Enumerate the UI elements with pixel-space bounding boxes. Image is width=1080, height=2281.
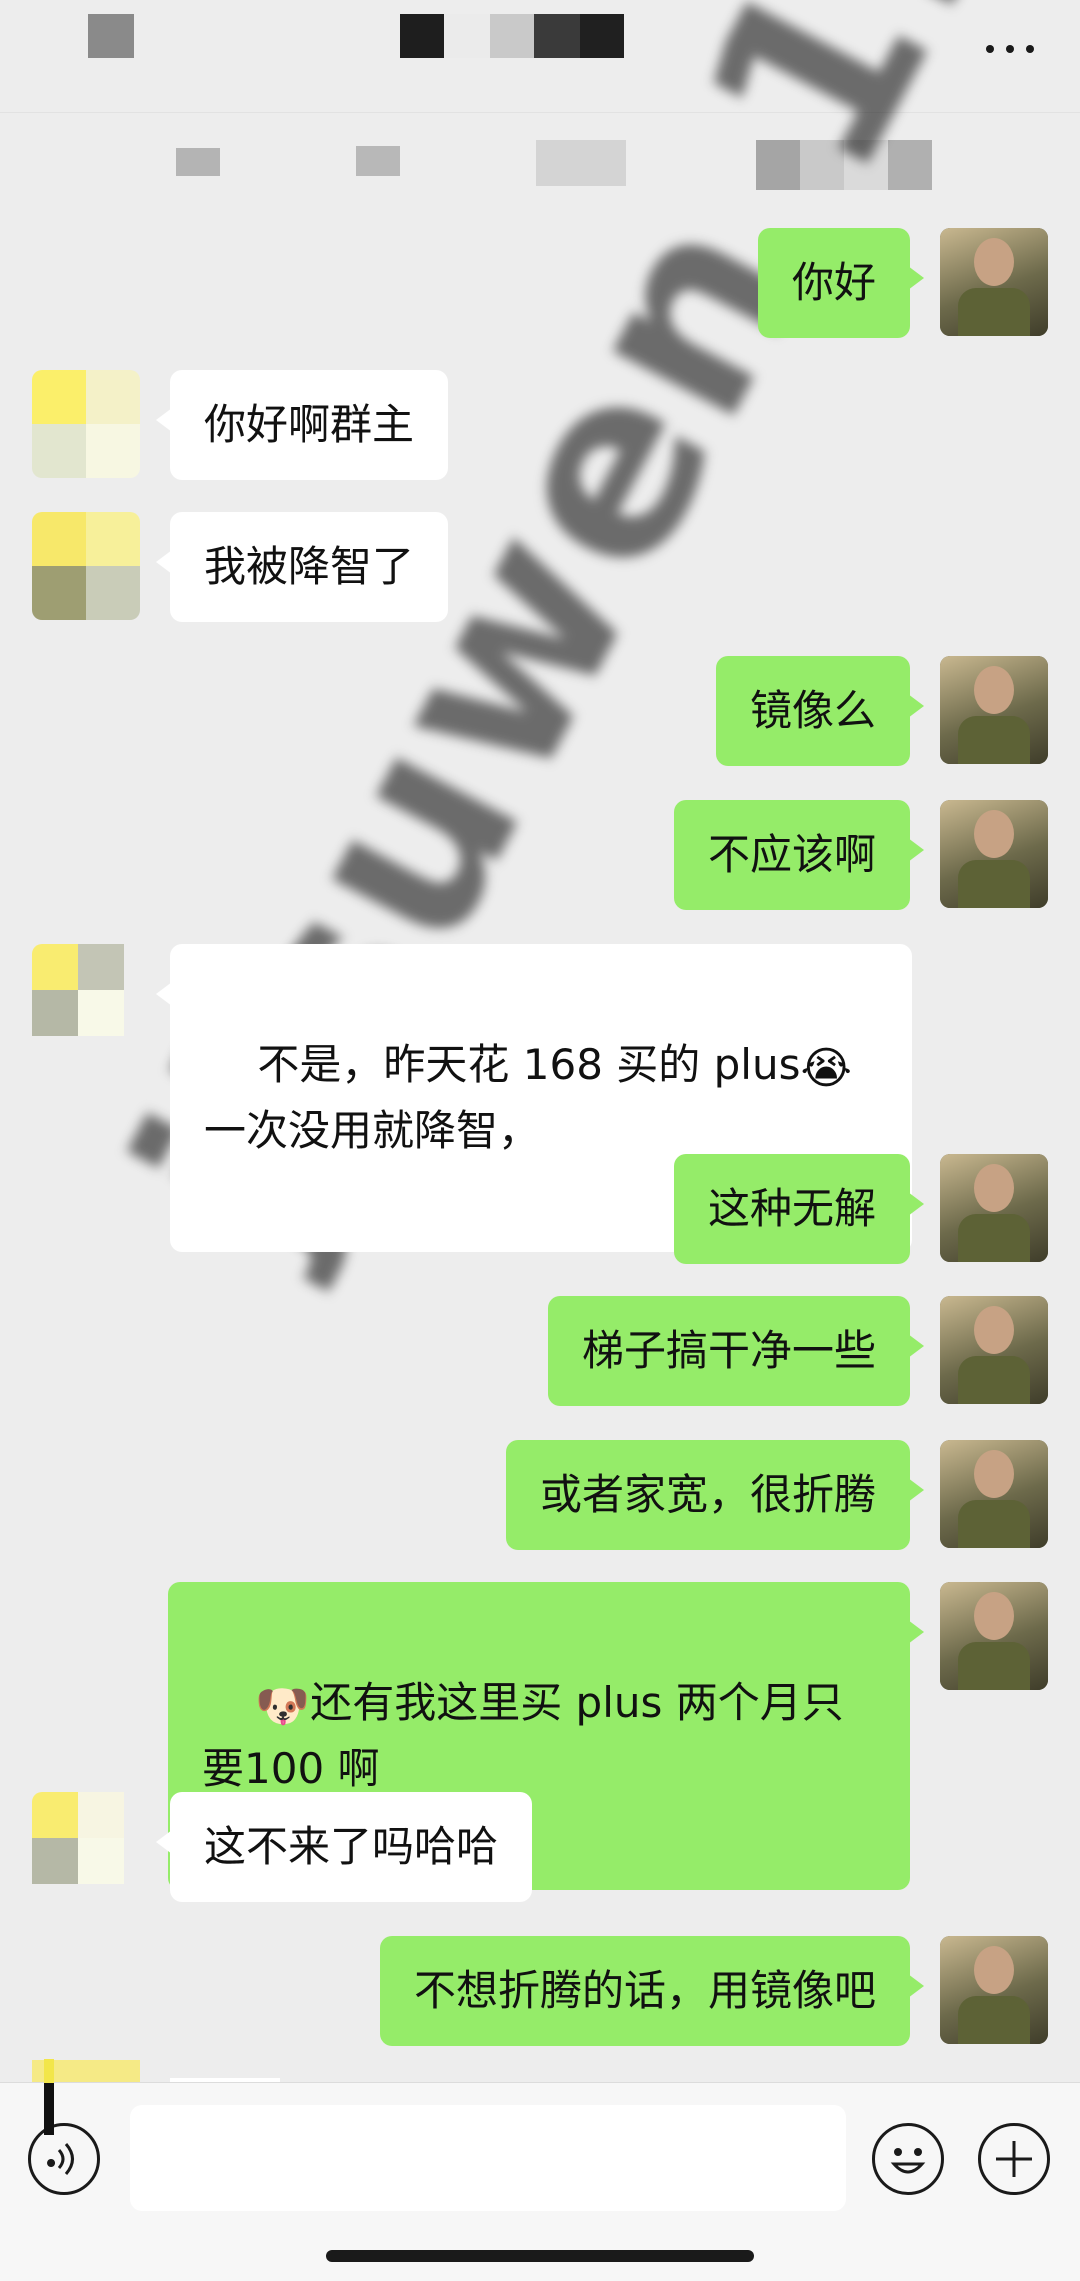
message-text: 一次没用就降智， [204, 1106, 541, 1155]
message-bubble[interactable]: 镜像么 [715, 656, 925, 766]
chat-title-mosaic [400, 14, 624, 58]
doge-emoji-icon: 🐶 [255, 1681, 311, 1732]
home-indicator [326, 2250, 754, 2262]
message-bubble[interactable]: 不应该啊 [673, 800, 925, 910]
message-bubble[interactable]: 你好 [757, 228, 925, 338]
message-bubble[interactable]: 不想折腾的话，用镜像吧 [379, 1936, 925, 2046]
avatar[interactable] [940, 1440, 1048, 1548]
scroll-marker-dark [44, 2083, 54, 2135]
voice-icon[interactable] [28, 2123, 100, 2195]
back-button-mosaic[interactable] [88, 14, 134, 58]
message-bubble[interactable]: 或者家宽，很折腾 [505, 1440, 925, 1550]
avatar[interactable] [940, 228, 1048, 336]
message-text: 不是，昨天花 168 买的 plus [257, 1040, 801, 1089]
message-bubble[interactable]: 我被降智了 [155, 512, 449, 622]
avatar[interactable] [940, 1582, 1048, 1690]
emoji-icon[interactable] [872, 2123, 944, 2195]
plus-icon[interactable] [978, 2123, 1050, 2195]
chat-header [0, 0, 1080, 113]
avatar[interactable] [32, 944, 140, 1052]
avatar[interactable] [940, 1936, 1048, 2044]
message-bubble[interactable]: 这不来了吗哈哈 [155, 1792, 533, 1902]
system-notice-mosaic [176, 140, 936, 190]
crying-emoji-icon: 😭 [800, 1043, 852, 1094]
avatar[interactable] [940, 1154, 1048, 1262]
avatar[interactable] [32, 512, 140, 620]
avatar[interactable] [940, 1296, 1048, 1404]
message-input[interactable] [130, 2105, 846, 2211]
message-bubble[interactable]: 你好啊群主 [155, 370, 449, 480]
avatar[interactable] [940, 800, 1048, 908]
more-dots-icon[interactable] [986, 36, 1040, 60]
avatar[interactable] [940, 656, 1048, 764]
message-bubble[interactable]: 梯子搞干净一些 [547, 1296, 925, 1406]
avatar[interactable] [32, 370, 140, 478]
message-bubble[interactable]: 这种无解 [673, 1154, 925, 1264]
avatar[interactable] [32, 1792, 140, 1900]
